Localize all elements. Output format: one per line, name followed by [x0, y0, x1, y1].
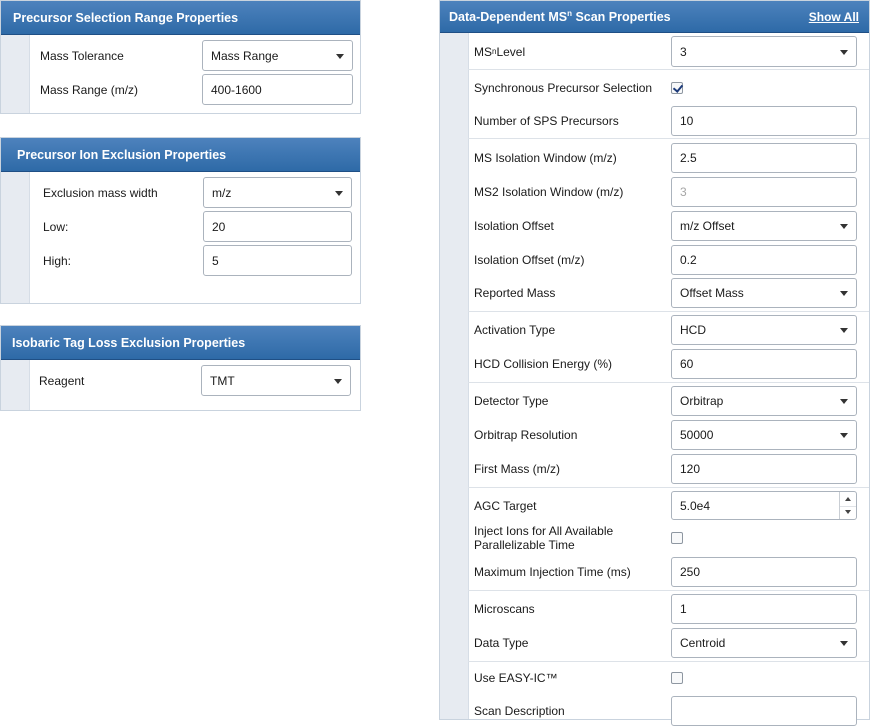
scan-description-input[interactable] [671, 696, 857, 726]
agc-target-input[interactable]: 5.0e4 [671, 491, 857, 520]
iso-offset-mz-label: Isolation Offset (m/z) [474, 253, 585, 267]
iso-offset-dropdown[interactable]: m/z Offset [671, 211, 857, 241]
reported-mass-dropdown[interactable]: Offset Mass [671, 278, 857, 308]
sps-precursors-label: Number of SPS Precursors [474, 114, 619, 128]
activation-type-label: Activation Type [474, 323, 556, 337]
isobaric-panel: Isobaric Tag Loss Exclusion Properties R… [0, 325, 361, 411]
separator [468, 661, 869, 662]
separator [468, 590, 869, 591]
chevron-down-icon [840, 399, 848, 404]
arrow-down-icon [845, 510, 851, 515]
separator [468, 487, 869, 488]
mass-tolerance-label: Mass Tolerance [40, 48, 124, 63]
mass-range-input[interactable]: 400-1600 [202, 74, 353, 105]
chevron-down-icon [840, 433, 848, 438]
ms-iso-window-input[interactable]: 2.5 [671, 143, 857, 173]
msn-level-dropdown[interactable]: 3 [671, 36, 857, 67]
sps-precursors-input[interactable]: 10 [671, 106, 857, 136]
ms-iso-window-label: MS Isolation Window (m/z) [474, 151, 617, 165]
chevron-down-icon [336, 53, 344, 59]
high-input[interactable]: 5 [203, 245, 352, 276]
panel-header: Isobaric Tag Loss Exclusion Properties [1, 326, 360, 360]
orbitrap-res-dropdown[interactable]: 50000 [671, 420, 857, 450]
agc-target-value: 5.0e4 [680, 498, 711, 513]
separator [468, 382, 869, 383]
separator [468, 311, 869, 312]
first-mass-input[interactable]: 120 [671, 454, 857, 484]
ms2-iso-window-input: 3 [671, 177, 857, 207]
checkmark-icon [672, 82, 684, 93]
sync-precursor-checkbox[interactable] [671, 82, 684, 94]
iso-offset-label: Isolation Offset [474, 219, 554, 233]
microscans-label: Microscans [474, 602, 535, 616]
panel-title: Precursor Selection Range Properties [13, 10, 239, 25]
separator [468, 138, 869, 139]
chevron-down-icon [840, 291, 848, 296]
easy-ic-checkbox[interactable] [671, 672, 683, 684]
inject-ions-checkbox[interactable] [671, 532, 683, 544]
iso-offset-mz-input[interactable]: 0.2 [671, 245, 857, 275]
easy-ic-label: Use EASY-IC™ [474, 671, 558, 685]
mass-tolerance-dropdown[interactable]: Mass Range [202, 40, 353, 71]
exclusion-width-value: m/z [212, 185, 232, 200]
exclusion-width-label: Exclusion mass width [43, 185, 158, 200]
reported-mass-label: Reported Mass [474, 286, 556, 300]
detector-type-value: Orbitrap [680, 394, 724, 408]
ion-exclusion-panel: Precursor Ion Exclusion Properties Exclu… [0, 137, 361, 304]
panel-title: Data-Dependent MSn Scan Properties [449, 8, 671, 25]
first-mass-label: First Mass (m/z) [474, 462, 560, 476]
max-inject-time-input[interactable]: 250 [671, 557, 857, 587]
panel-header: Data-Dependent MSn Scan Properties Show … [440, 1, 869, 33]
microscans-input[interactable]: 1 [671, 594, 857, 624]
ddms-scan-panel: Data-Dependent MSn Scan Properties Show … [439, 0, 870, 726]
orbitrap-res-value: 50000 [680, 428, 714, 442]
orbitrap-res-label: Orbitrap Resolution [474, 428, 578, 442]
agc-target-spinner [839, 492, 856, 519]
exclusion-width-dropdown[interactable]: m/z [203, 177, 352, 208]
hcd-energy-input[interactable]: 60 [671, 349, 857, 379]
panel-title: Isobaric Tag Loss Exclusion Properties [12, 335, 246, 350]
mass-range-label: Mass Range (m/z) [40, 82, 139, 97]
chevron-down-icon [840, 328, 848, 333]
activation-type-dropdown[interactable]: HCD [671, 315, 857, 345]
panel-title: Precursor Ion Exclusion Properties [17, 147, 227, 162]
panel-header: Precursor Selection Range Properties [1, 1, 360, 35]
arrow-up-icon [845, 496, 851, 501]
data-type-label: Data Type [474, 636, 529, 650]
high-label: High: [43, 253, 72, 268]
separator [468, 69, 869, 70]
reagent-dropdown[interactable]: TMT [201, 365, 351, 396]
chevron-down-icon [840, 641, 848, 646]
show-all-link[interactable]: Show All [809, 1, 859, 32]
chevron-down-icon [335, 190, 343, 196]
chevron-down-icon [334, 378, 342, 384]
inject-ions-label: Inject Ions for All Available Paralleliz… [474, 524, 614, 552]
reported-mass-value: Offset Mass [680, 286, 744, 300]
spin-up-button[interactable] [840, 492, 856, 507]
chevron-down-icon [840, 224, 848, 229]
precursor-selection-panel: Precursor Selection Range Properties Mas… [0, 0, 361, 114]
msn-level-label: MS n Level [474, 44, 526, 59]
iso-offset-value: m/z Offset [680, 219, 735, 233]
spin-down-button[interactable] [840, 506, 856, 520]
ms2-iso-window-label: MS2 Isolation Window (m/z) [474, 185, 624, 199]
low-label: Low: [43, 219, 69, 234]
mass-tolerance-value: Mass Range [211, 48, 279, 63]
sync-precursor-label: Synchronous Precursor Selection [474, 81, 653, 95]
panel-header: Precursor Ion Exclusion Properties [1, 138, 360, 172]
detector-type-dropdown[interactable]: Orbitrap [671, 386, 857, 416]
max-inject-time-label: Maximum Injection Time (ms) [474, 565, 631, 579]
data-type-value: Centroid [680, 636, 726, 650]
hcd-energy-label: HCD Collision Energy (%) [474, 357, 613, 371]
data-type-dropdown[interactable]: Centroid [671, 628, 857, 658]
reagent-label: Reagent [39, 373, 85, 388]
detector-type-label: Detector Type [474, 394, 549, 408]
msn-level-value: 3 [680, 44, 687, 59]
low-input[interactable]: 20 [203, 211, 352, 242]
reagent-value: TMT [210, 373, 235, 388]
agc-target-label: AGC Target [474, 498, 537, 513]
scan-description-label: Scan Description [474, 704, 565, 718]
activation-type-value: HCD [680, 323, 706, 337]
chevron-down-icon [840, 49, 848, 55]
